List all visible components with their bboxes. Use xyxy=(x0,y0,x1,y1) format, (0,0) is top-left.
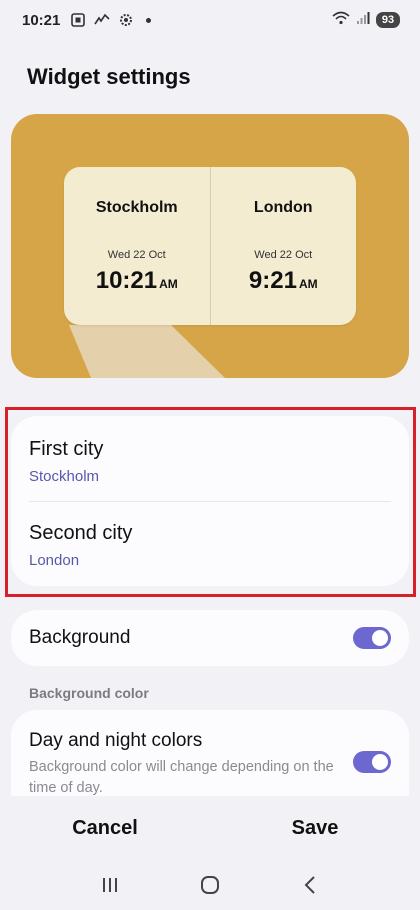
settings-gear-icon xyxy=(118,12,134,28)
clock-column-first: Stockholm Wed 22 Oct 10:21 AM xyxy=(64,167,210,325)
clock-time: 9:21 AM xyxy=(211,267,357,295)
status-bar: 10:21 93 xyxy=(0,0,420,40)
toggle-knob xyxy=(372,754,388,770)
signal-icon xyxy=(356,11,370,29)
clock-time-value: 9:21 xyxy=(248,267,297,294)
cancel-button[interactable]: Cancel xyxy=(0,804,210,852)
background-label: Background xyxy=(29,627,131,648)
toggle-knob xyxy=(372,630,388,646)
navigation-bar xyxy=(0,860,420,910)
home-icon[interactable] xyxy=(190,865,230,905)
action-bar: Cancel Save xyxy=(0,804,420,852)
clock-date: Wed 22 Oct xyxy=(254,249,313,261)
second-city-setting[interactable]: Second city London xyxy=(29,522,391,569)
day-night-colors-setting[interactable]: Day and night colors Background color wi… xyxy=(11,710,409,796)
first-city-label: First city xyxy=(29,438,104,460)
day-night-label: Day and night colors xyxy=(29,730,203,751)
first-city-setting[interactable]: First city Stockholm xyxy=(29,438,391,485)
back-icon[interactable] xyxy=(290,865,330,905)
clock-date: Wed 22 Oct xyxy=(107,249,166,261)
status-right: 93 xyxy=(332,11,400,29)
wifi-icon xyxy=(332,11,350,29)
first-city-value: Stockholm xyxy=(29,468,100,485)
second-city-value: London xyxy=(29,552,80,569)
battery-icon: 93 xyxy=(376,12,400,28)
city-settings-card: First city Stockholm Second city London xyxy=(11,416,409,586)
save-button[interactable]: Save xyxy=(210,804,420,852)
clock-ampm: AM xyxy=(159,277,178,291)
screenshot-icon xyxy=(70,12,86,28)
dual-clock-widget: Stockholm Wed 22 Oct 10:21 AM London Wed … xyxy=(64,167,356,325)
clock-column-second: London Wed 22 Oct 9:21 AM xyxy=(209,167,357,325)
day-night-toggle[interactable] xyxy=(353,751,391,773)
second-city-label: Second city xyxy=(29,522,133,544)
clock-time: 10:21 AM xyxy=(64,267,210,295)
day-night-description: Background color will change depending o… xyxy=(29,759,334,796)
background-color-section-header: Background color xyxy=(29,685,149,701)
clock-time-value: 10:21 xyxy=(95,267,158,294)
clock-ampm: AM xyxy=(298,277,318,291)
divider xyxy=(29,501,391,502)
notification-dot-icon xyxy=(146,17,152,23)
recent-apps-icon[interactable] xyxy=(90,865,130,905)
page-title: Widget settings xyxy=(27,64,191,89)
background-toggle[interactable] xyxy=(353,627,391,649)
missed-call-icon xyxy=(94,13,110,27)
clock-city-name: London xyxy=(253,199,313,216)
clock-city-name: Stockholm xyxy=(95,199,178,216)
widget-preview: Stockholm Wed 22 Oct 10:21 AM London Wed … xyxy=(11,114,409,378)
widget-settings-screen: 10:21 93 Widget settings Stockholm Wed 2… xyxy=(0,0,420,910)
status-time: 10:21 xyxy=(22,11,61,29)
background-setting[interactable]: Background xyxy=(11,610,409,666)
